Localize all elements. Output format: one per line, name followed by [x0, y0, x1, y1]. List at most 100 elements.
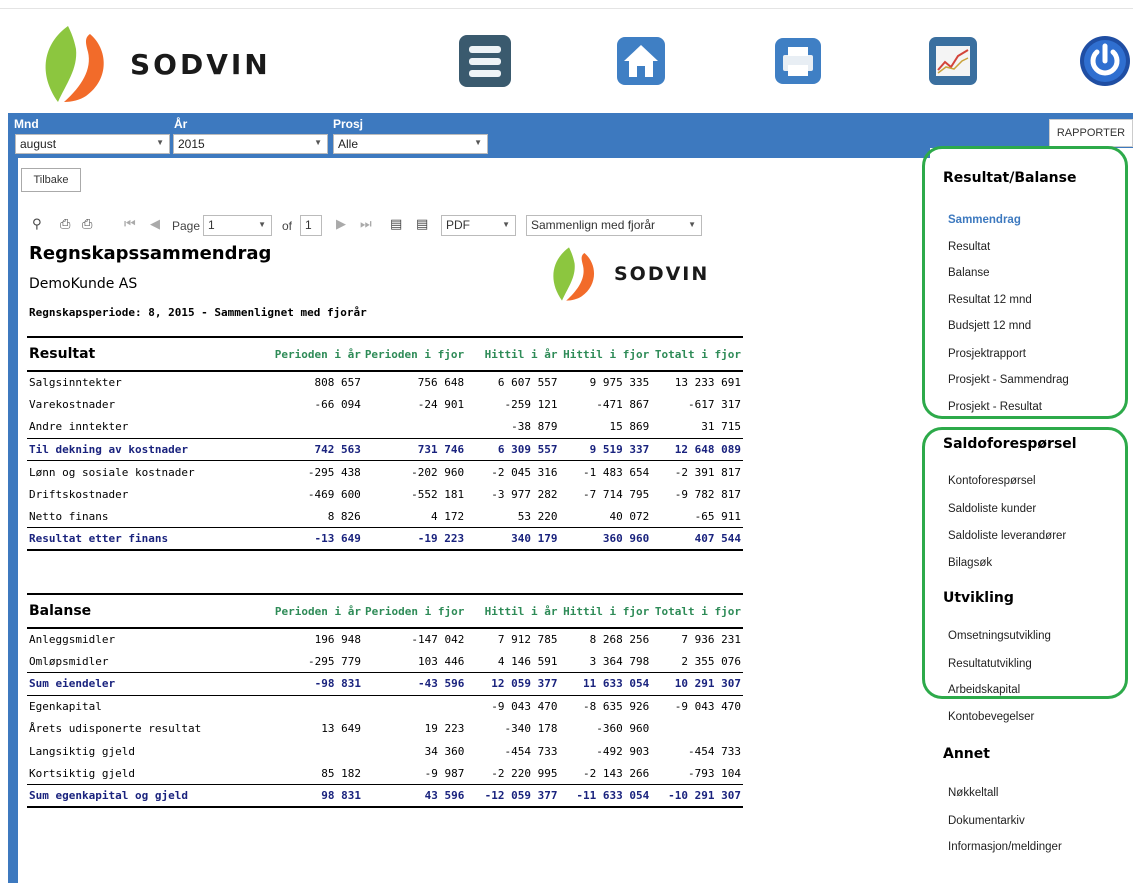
print-layout-icon[interactable]: ⎙: [82, 217, 92, 232]
table-row: Lønn og sosiale kostnader -295 438 -202 96…: [27, 461, 743, 483]
cell-value: -43 596: [363, 672, 467, 696]
row-label: Anleggsmidler: [29, 633, 116, 647]
logout-button[interactable]: [1078, 34, 1132, 88]
cell-value: 13 649: [321, 722, 361, 736]
print-icon: [775, 38, 821, 84]
cell-value: 196 948: [314, 633, 361, 647]
cell-value: 12 648 089: [651, 437, 743, 462]
month-select-value: august: [20, 137, 57, 151]
top-divider: [0, 8, 1133, 9]
table-row: Egenkapital -9 043 470 -8 635 926 -9 043 47…: [27, 695, 743, 717]
cell-value: -492 903: [596, 744, 650, 758]
menu-item[interactable]: Dokumentarkiv: [948, 815, 1025, 827]
cell-value: -66 094: [314, 398, 361, 412]
cell-value: 19 223: [424, 722, 465, 736]
cell-value: 731 746: [362, 437, 467, 462]
balanse-table: Balanse Perioden i år Perioden i fjor Hi…: [27, 593, 743, 809]
power-icon: [1080, 36, 1130, 86]
year-select[interactable]: 2015 ▼: [173, 134, 328, 154]
chevron-down-icon: ▼: [502, 220, 510, 229]
cell-value: 340 179: [466, 527, 560, 552]
row-label: Langsiktig gjeld: [29, 744, 135, 758]
report-logo-text: SODVIN: [614, 263, 710, 285]
sum-row: Sum eiendeler -98 831 -43 596 12 059 377 11 …: [27, 672, 743, 696]
compare-select[interactable]: Sammenlign med fjorår ▼: [526, 215, 702, 236]
cell-value: 85 182: [321, 766, 361, 780]
sodvin-leaf-icon: [553, 247, 595, 301]
chart-icon: [929, 37, 977, 85]
cell-value: -471 867: [596, 398, 650, 412]
month-label: Mnd: [14, 117, 39, 131]
cell-value: 11 633 054: [559, 672, 652, 696]
menu-item[interactable]: Nøkkeltall: [948, 787, 998, 799]
chevron-down-icon: ▼: [314, 138, 322, 147]
project-select[interactable]: Alle ▼: [333, 134, 488, 154]
cell-value: 31 715: [701, 420, 741, 434]
print-icon[interactable]: ⎙: [60, 217, 70, 232]
column-header: Totalt i fjor: [654, 347, 741, 361]
cell-value: [266, 740, 363, 762]
cell-value: 34 360: [424, 744, 465, 758]
back-button[interactable]: Tilbake: [21, 168, 81, 192]
export-icon[interactable]: ▤: [416, 217, 428, 232]
cell-value: -147 042: [411, 633, 465, 647]
export-format-select[interactable]: PDF ▼: [441, 215, 516, 236]
cell-value: 15 869: [609, 420, 650, 434]
cell-value: 7 936 231: [681, 633, 741, 647]
column-header: Hittil i år: [484, 347, 558, 361]
cell-value: -9 782 817: [674, 487, 741, 501]
cell-value: -454 733: [688, 744, 741, 758]
cell-value: -295 779: [308, 654, 361, 668]
sodvin-leaf-icon: [45, 26, 104, 102]
cell-value: [266, 416, 363, 438]
sum-row: Sum egenkapital og gjeld 98 831 43 596 -12 …: [27, 784, 743, 809]
cell-value: -65 911: [694, 509, 741, 523]
print-button[interactable]: [771, 34, 825, 88]
table-row: Andre inntekter -38 879 15 869 31 715: [27, 416, 743, 438]
cell-value: 13 233 691: [674, 376, 741, 390]
month-select[interactable]: august ▼: [15, 134, 170, 154]
menu-button[interactable]: [458, 34, 512, 88]
home-icon: [617, 37, 665, 85]
cell-value: [363, 695, 466, 717]
row-label: Lønn og sosiale kostnader: [29, 465, 195, 479]
cell-value: 43 596: [363, 784, 467, 809]
row-label: Varekostnader: [29, 398, 116, 412]
previous-page-icon[interactable]: ◀: [150, 217, 160, 232]
save-icon[interactable]: ▤: [390, 217, 402, 232]
menu-item[interactable]: Kontobevegelser: [948, 711, 1034, 723]
cell-value: 40 072: [609, 509, 650, 523]
sodvin-logo[interactable]: SODVIN: [38, 24, 271, 104]
page-number-value: 1: [208, 218, 215, 232]
home-button[interactable]: [614, 34, 668, 88]
last-page-icon[interactable]: ⏭: [360, 217, 372, 232]
report-period: Regnskapsperiode: 8, 2015 - Sammenlignet…: [29, 306, 367, 319]
table-row: Netto finans 8 826 4 172 53 220 40 072 -65 91…: [27, 505, 743, 527]
cell-value: 407 544: [651, 527, 743, 552]
cell-value: 756 648: [417, 376, 465, 390]
cell-value: -24 901: [417, 398, 465, 412]
cell-value: 9 975 335: [589, 376, 650, 390]
highlight-box: [922, 146, 1128, 419]
highlight-box: [922, 427, 1128, 699]
menu-item[interactable]: Informasjon/meldinger: [948, 841, 1062, 853]
cell-value: 3 364 798: [589, 654, 650, 668]
cell-value: -9 043 470: [491, 700, 558, 714]
cell-value: -202 960: [411, 465, 465, 479]
table-row: Driftskostnader -469 600 -552 181 -3 977 28…: [27, 483, 743, 505]
cell-value: -617 317: [688, 398, 741, 412]
chevron-down-icon: ▼: [474, 138, 482, 147]
column-header: Hittil i fjor: [563, 604, 650, 618]
report-logo: SODVIN: [548, 245, 709, 303]
project-label: Prosj: [333, 117, 364, 131]
cell-value: 4 172: [431, 509, 465, 523]
column-header: Hittil i år: [484, 604, 558, 618]
cell-value: -9 987: [424, 766, 465, 780]
first-page-icon[interactable]: ⏮: [124, 217, 136, 232]
chevron-down-icon: ▼: [688, 220, 696, 229]
find-icon[interactable]: ⚲: [32, 217, 42, 232]
page-number-input[interactable]: 1 ▼: [203, 215, 272, 236]
chart-button[interactable]: [926, 34, 980, 88]
next-page-icon[interactable]: ▶: [336, 217, 346, 232]
rapporter-button[interactable]: RAPPORTER: [1049, 119, 1133, 147]
